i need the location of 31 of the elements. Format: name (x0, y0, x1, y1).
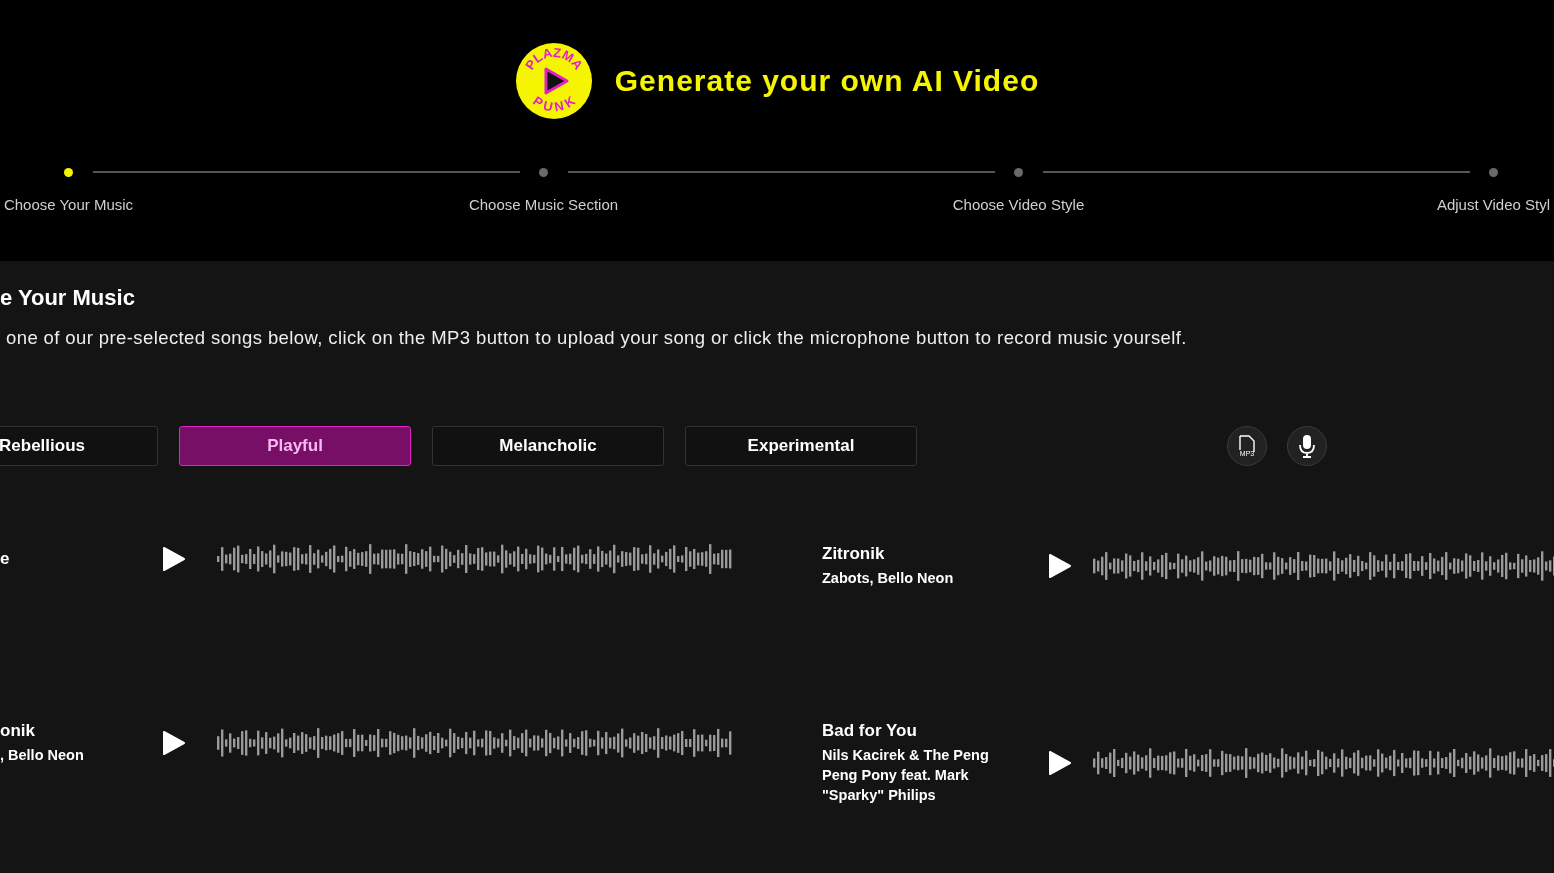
section-description: one of our pre-selected songs below, click on the MP3 button to upload your song or click the microphone button to record music yourself. (6, 327, 1188, 349)
mood-tab[interactable]: Melancholic (432, 426, 664, 466)
step-dot[interactable] (539, 168, 548, 177)
mood-tab[interactable]: Playful (179, 426, 411, 466)
page-title: Generate your own AI Video (614, 64, 1040, 98)
microphone-button[interactable] (1287, 426, 1327, 466)
waveform[interactable] (1093, 748, 1554, 778)
song-artist: , Bello Neon (0, 746, 85, 765)
step-dot[interactable] (64, 168, 73, 177)
song-title: onik (0, 721, 36, 741)
song-artist: Nils Kacirek & The Peng Peng Pony feat. Mark "Sparky" Philips (822, 746, 990, 805)
section-heading: e Your Music (0, 285, 136, 311)
song-title: e (0, 549, 11, 569)
play-icon[interactable] (1046, 750, 1072, 776)
step-label[interactable]: Adjust Video Styl (1436, 196, 1551, 213)
song-title: Bad for You (822, 721, 918, 741)
play-icon[interactable] (160, 730, 186, 756)
mood-tab[interactable]: Experimental (685, 426, 917, 466)
step-dot[interactable] (1489, 168, 1498, 177)
song-artist: Zabots, Bello Neon (822, 569, 955, 588)
waveform[interactable] (1093, 551, 1554, 581)
mood-tab[interactable]: Rebellious (0, 426, 158, 466)
step-label[interactable]: Choose Music Section (468, 196, 619, 213)
step-dot[interactable] (1014, 168, 1023, 177)
song-title: Zitronik (822, 544, 886, 564)
play-icon[interactable] (160, 546, 186, 572)
logo: PLAZMA PUNK (514, 42, 593, 120)
step-label[interactable]: Choose Video Style (952, 196, 1085, 213)
step-label[interactable]: Choose Your Music (3, 196, 134, 213)
microphone-icon (1298, 434, 1316, 458)
play-icon[interactable] (1046, 553, 1072, 579)
